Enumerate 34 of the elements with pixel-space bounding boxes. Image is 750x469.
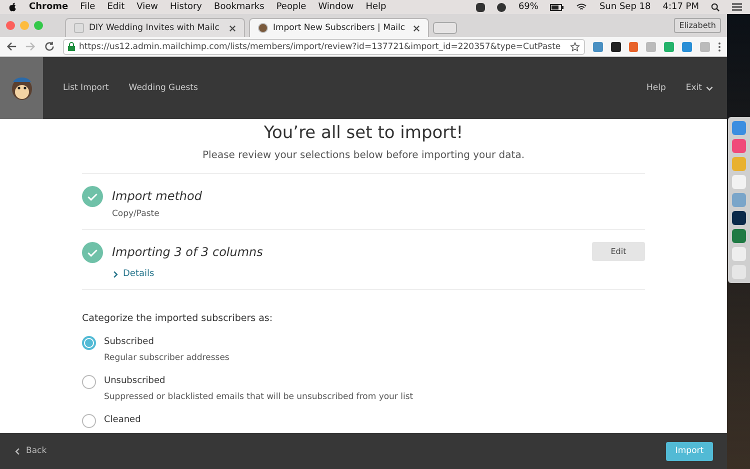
menubar-time[interactable]: 4:17 PM (662, 2, 699, 12)
help-link[interactable]: Help (646, 83, 666, 93)
profile-button[interactable]: Elizabeth (674, 18, 721, 33)
address-bar[interactable]: https://us12.admin.mailchimp.com/lists/members/import/review?id=137721&import_id=220357&type=CutPaste (63, 38, 585, 54)
option-description: Suppressed or blacklisted emails that will be unsubscribed from your list (104, 392, 414, 402)
back-link[interactable]: Back (14, 446, 47, 456)
menu-item[interactable]: File (80, 2, 96, 12)
page-title: You’re all set to import! (264, 123, 464, 143)
menu-item[interactable]: Help (366, 2, 386, 12)
option-label: Unsubscribed (104, 376, 166, 386)
menu-item[interactable]: Bookmarks (214, 2, 264, 12)
step-detail: Copy/Paste (112, 209, 160, 219)
browser-tab[interactable]: DIY Wedding Invites with Mailc (65, 18, 245, 37)
option-label: Cleaned (104, 415, 141, 425)
menu-item[interactable]: Edit (107, 2, 125, 12)
menu-app-name[interactable]: Chrome (29, 2, 68, 12)
menu-item[interactable]: History (170, 2, 202, 12)
step-title: Import method (112, 189, 203, 203)
categorize-label: Categorize the imported subscribers as: (82, 313, 274, 324)
nav-link[interactable]: Wedding Guests (128, 83, 198, 93)
option-label: Subscribed (104, 337, 155, 347)
step-title: Importing 3 of 3 columns (112, 245, 264, 259)
details-link[interactable]: Details (112, 269, 583, 279)
exit-menu[interactable]: Exit (686, 83, 713, 93)
nav-link[interactable]: List Import (63, 83, 109, 93)
browser-tab[interactable]: Import New Subscribers | Mailc (249, 18, 429, 37)
menu-item[interactable]: Window (318, 2, 354, 12)
edit-button[interactable]: Edit (592, 242, 645, 261)
menu-item[interactable]: People (276, 2, 306, 12)
menu-item[interactable]: View (136, 2, 158, 12)
option-description: Regular subscriber addresses (104, 353, 230, 363)
menubar-date: Sun Sep 18 (599, 2, 651, 12)
page-subtitle: Please review your selections below before importing your data. (202, 150, 525, 161)
battery-percent: 69% (518, 2, 538, 12)
